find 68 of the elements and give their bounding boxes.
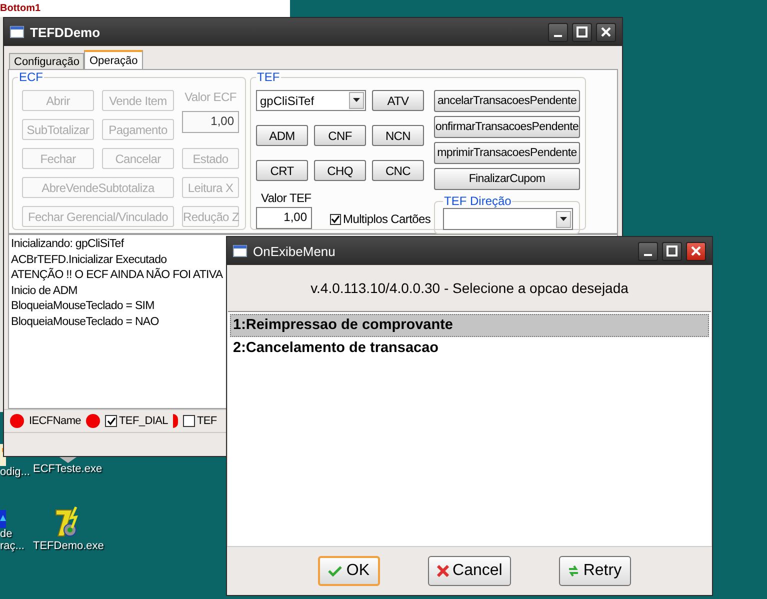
group-title: ECF xyxy=(18,70,44,84)
dialog-button[interactable]: Retry xyxy=(559,556,631,586)
tef-button[interactable]: CNC xyxy=(372,160,424,181)
minimize-button[interactable] xyxy=(548,22,568,42)
icon-label: odig... xyxy=(0,466,30,478)
value-field[interactable]: 1,00 xyxy=(256,207,312,229)
close-icon xyxy=(600,26,612,38)
minimize-icon xyxy=(644,254,652,256)
field-label: Valor TEF xyxy=(260,191,312,205)
log-line: BloqueiaMouseTeclado = NAO xyxy=(11,314,159,330)
tef-button[interactable]: ADM xyxy=(256,125,308,146)
maximize-button[interactable] xyxy=(572,22,592,42)
log-line: ATENÇÃO !! O ECF AINDA NÃO FOI ATIVA xyxy=(11,268,223,284)
action-button[interactable]: ancelarTransacoesPendente xyxy=(434,90,580,112)
direction-dropdown[interactable] xyxy=(443,208,573,230)
dialog-button[interactable]: OK xyxy=(318,556,380,586)
status-dot-icon xyxy=(10,414,24,428)
dialog-message: v.4.0.113.10/4.0.0.30 - Selecione a opcao desejada xyxy=(310,279,630,298)
maximize-icon xyxy=(666,245,678,257)
caret-icon xyxy=(353,98,360,103)
log-line: Inicializando: gpCliSiTef xyxy=(11,237,124,252)
tab[interactable]: Configuração xyxy=(9,53,84,69)
window-icon xyxy=(233,245,247,257)
group-title: TEF Direção xyxy=(443,194,512,208)
log-line: ACBrTEFD.Inicializar Executado xyxy=(11,252,167,268)
tef-button[interactable]: CNF xyxy=(314,125,366,146)
gateway-dropdown[interactable]: gpCliSiTef xyxy=(256,90,366,111)
icon-label: de raç... xyxy=(0,528,26,552)
refresh-icon xyxy=(568,564,580,578)
list-item[interactable]: 1:Reimpressao de comprovante xyxy=(230,314,709,337)
group-title: TEF xyxy=(256,70,281,84)
close-icon xyxy=(690,245,702,257)
window-title: TEFDDemo xyxy=(30,24,102,40)
check-icon xyxy=(106,416,116,426)
caret-icon xyxy=(560,216,567,222)
file-icon xyxy=(0,510,6,528)
action-button[interactable]: mprimirTransacoesPendente xyxy=(434,142,580,164)
log-line: Inicio de ADM xyxy=(11,284,78,299)
status-label: IECFName xyxy=(29,415,81,427)
tef-button[interactable]: NCN xyxy=(372,125,424,146)
icon-label: TEFDemo.exe xyxy=(33,540,104,552)
close-icon xyxy=(436,565,449,577)
tab[interactable]: Operação xyxy=(84,50,143,69)
background-label: Bottom1 xyxy=(0,3,41,14)
tef-button[interactable]: CHQ xyxy=(314,160,366,181)
check-icon xyxy=(331,214,340,224)
maximize-button[interactable] xyxy=(662,242,682,260)
minimize-icon xyxy=(554,35,562,37)
action-button[interactable]: FinalizarCupom xyxy=(434,168,580,190)
check-icon xyxy=(328,565,342,577)
window-title: OnExibeMenu xyxy=(253,244,336,258)
checkbox[interactable]: TEF_DIAL xyxy=(105,415,168,427)
dialog-button[interactable]: Cancel xyxy=(428,556,512,586)
icon-label: ECFTeste.exe xyxy=(33,463,102,475)
log-line: BloqueiaMouseTeclado = SIM xyxy=(11,299,154,314)
maximize-icon xyxy=(576,26,588,38)
minimize-button[interactable] xyxy=(638,242,658,260)
field-label: Valor ECF xyxy=(184,90,238,106)
status-dot-icon xyxy=(86,414,100,428)
window-icon xyxy=(10,26,24,38)
close-button[interactable] xyxy=(686,242,706,260)
close-button[interactable] xyxy=(596,22,616,42)
list-item[interactable]: 2:Cancelamento de transacao xyxy=(230,337,709,360)
checkbox[interactable]: Multiplos Cartões xyxy=(330,212,431,226)
action-button[interactable]: onfirmarTransacoesPendente xyxy=(434,116,580,138)
tef-button[interactable]: ATV xyxy=(372,90,424,111)
tef-button[interactable]: CRT xyxy=(256,160,308,181)
checkbox[interactable]: TEF xyxy=(182,415,217,427)
